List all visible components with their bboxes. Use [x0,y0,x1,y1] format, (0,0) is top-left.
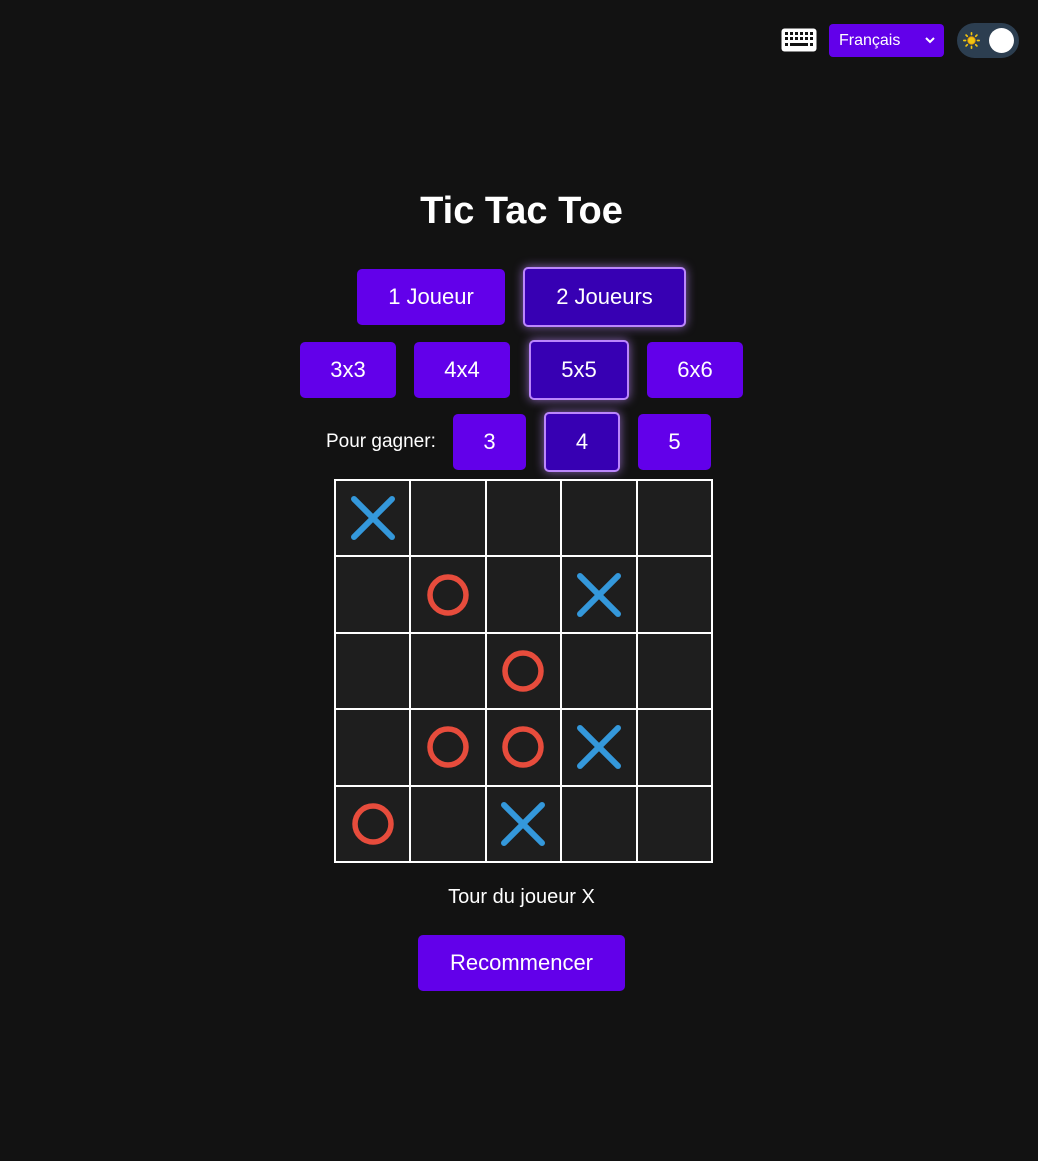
board-cell-r5-c1[interactable] [336,786,410,861]
board-cell-r2-c4[interactable] [562,557,636,632]
win-button-3[interactable]: 3 [453,414,526,470]
size-button-3x3[interactable]: 3x3 [300,342,396,398]
mode-button-2-players[interactable]: 2 Joueurs [523,267,686,327]
language-select-value: Français [839,31,901,49]
board-cell-r2-c1[interactable] [336,557,410,632]
board-cell-r3-c3[interactable] [486,633,561,709]
x-mark [576,725,621,770]
board-cell-r5-c3[interactable] [486,786,561,861]
sun-icon [963,32,980,49]
board-cell-r1-c5[interactable] [637,481,711,556]
board-cell-r1-c4[interactable] [562,481,636,556]
board-cell-r2-c3[interactable] [486,557,561,632]
toggle-knob [989,28,1014,53]
page-title: Tic Tac Toe [420,190,623,232]
theme-toggle[interactable] [957,23,1019,58]
x-mark [576,572,621,617]
board-cell-r3-c2[interactable] [411,633,485,709]
board-cell-r4-c4[interactable] [562,710,636,785]
turn-status: Tour du joueur X [448,886,595,908]
board-cell-r4-c1[interactable] [336,710,410,785]
o-mark [427,726,469,769]
board-cell-r2-c5[interactable] [637,557,711,632]
board-cell-r5-c4[interactable] [562,786,636,861]
board-cell-r1-c2[interactable] [411,481,485,556]
board-cell-r4-c2[interactable] [411,710,485,785]
win-condition-label: Pour gagner: [326,431,436,452]
page: Français Tic Tac Toe 1 Joueur 2 Joueurs … [0,0,1038,1161]
mode-button-1-player[interactable]: 1 Joueur [357,269,505,325]
board-cell-r4-c3[interactable] [486,710,561,785]
board-cell-r1-c1[interactable] [336,481,410,556]
restart-button[interactable]: Recommencer [418,935,625,991]
win-button-4[interactable]: 4 [544,412,620,472]
board-cell-r3-c5[interactable] [637,633,711,709]
board-cell-r2-c2[interactable] [411,557,485,632]
o-mark [427,573,469,616]
size-button-4x4[interactable]: 4x4 [414,342,510,398]
x-mark [501,801,546,846]
o-mark [502,726,545,769]
board-cell-r3-c4[interactable] [562,633,636,709]
board-cell-r4-c5[interactable] [637,710,711,785]
o-mark [502,650,545,692]
chevron-down-icon [925,37,935,44]
o-mark [351,803,394,845]
size-button-5x5[interactable]: 5x5 [529,340,629,400]
board-cell-r1-c3[interactable] [486,481,561,556]
game-board [334,479,713,863]
size-button-6x6[interactable]: 6x6 [647,342,743,398]
x-mark [350,496,395,541]
board-cell-r5-c2[interactable] [411,786,485,861]
win-button-5[interactable]: 5 [638,414,711,470]
board-cell-r3-c1[interactable] [336,633,410,709]
keyboard-icon[interactable] [781,28,817,52]
language-select[interactable]: Français [829,24,944,57]
board-cell-r5-c5[interactable] [637,786,711,861]
